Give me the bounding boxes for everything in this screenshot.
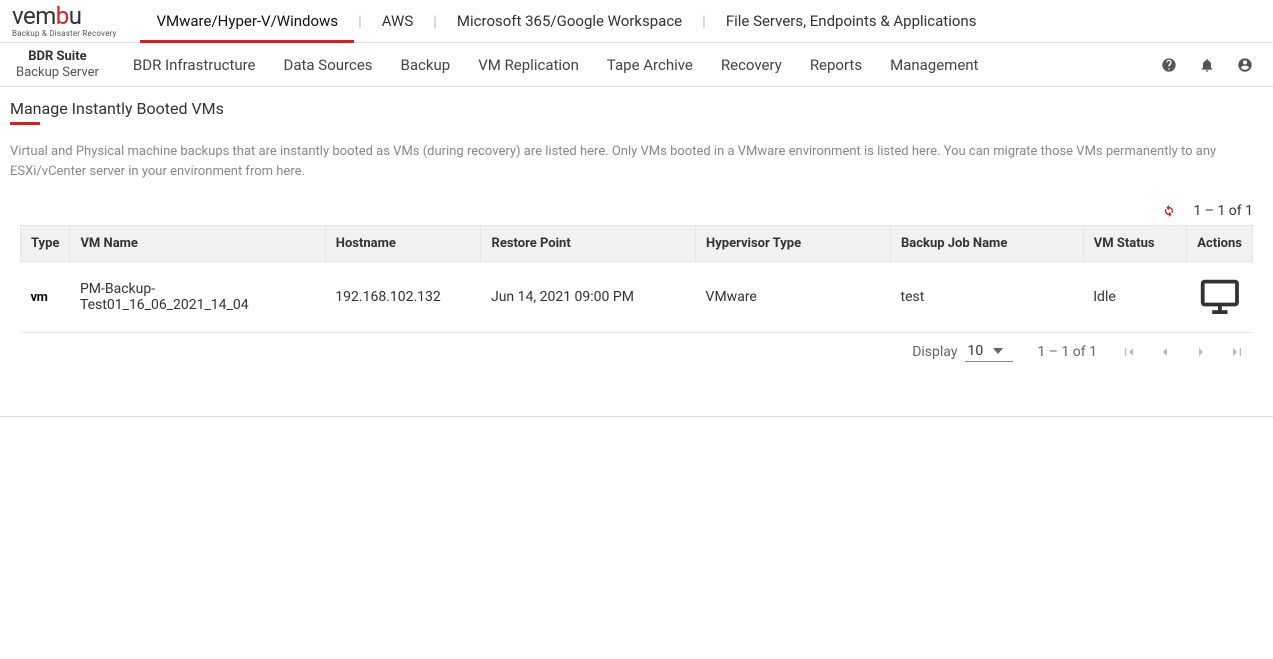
suite-line2: Backup Server bbox=[16, 65, 99, 81]
pager: Display 10 1 – 1 of 1 bbox=[10, 333, 1263, 362]
subtab-recovery[interactable]: Recovery bbox=[707, 43, 796, 86]
cell-job: test bbox=[890, 262, 1083, 333]
col-header-hyper: Hypervisor Type bbox=[696, 226, 891, 262]
brand-tagline: Backup & Disaster Recovery bbox=[12, 29, 116, 38]
display-label: Display bbox=[912, 344, 957, 360]
suite-line1: BDR Suite bbox=[28, 49, 86, 65]
table-row: vm PM-Backup-Test01_16_06_2021_14_04 192… bbox=[21, 262, 1253, 333]
footer-divider bbox=[0, 416, 1273, 417]
subtab-label: VM Replication bbox=[478, 56, 579, 74]
sub-bar: BDR Suite Backup Server BDR Infrastructu… bbox=[0, 43, 1273, 87]
brand-logo: vembu Backup & Disaster Recovery bbox=[12, 4, 116, 38]
subtab-data-sources[interactable]: Data Sources bbox=[270, 43, 387, 86]
brand-name-accent: b bbox=[56, 2, 69, 30]
col-header-status: VM Status bbox=[1083, 226, 1187, 262]
top-tab-aws[interactable]: AWS bbox=[366, 0, 430, 42]
bell-icon[interactable] bbox=[1199, 57, 1215, 73]
cell-restore: Jun 14, 2021 09:00 PM bbox=[481, 262, 696, 333]
subtab-bdr-infrastructure[interactable]: BDR Infrastructure bbox=[119, 43, 270, 86]
top-bar: vembu Backup & Disaster Recovery VMware/… bbox=[0, 0, 1273, 43]
col-header-type: Type bbox=[21, 226, 70, 262]
col-header-actions: Actions bbox=[1187, 226, 1253, 262]
page-title: Manage Instantly Booted VMs bbox=[10, 99, 224, 122]
booted-vms-table: Type VM Name Hostname Restore Point Hype… bbox=[20, 225, 1253, 333]
top-tab-fileservers[interactable]: File Servers, Endpoints & Applications bbox=[710, 0, 993, 42]
top-tab-label: File Servers, Endpoints & Applications bbox=[726, 12, 977, 30]
prev-page-icon[interactable] bbox=[1157, 344, 1173, 360]
cell-vmname: PM-Backup-Test01_16_06_2021_14_04 bbox=[70, 262, 325, 333]
cell-hyper: VMware bbox=[696, 262, 891, 333]
subtab-tape-archive[interactable]: Tape Archive bbox=[593, 43, 707, 86]
top-tab-vmware[interactable]: VMware/Hyper-V/Windows bbox=[140, 0, 354, 42]
suite-label: BDR Suite Backup Server bbox=[12, 49, 111, 80]
top-tab-label: AWS bbox=[382, 12, 414, 30]
subtab-reports[interactable]: Reports bbox=[796, 43, 876, 86]
subtab-vm-replication[interactable]: VM Replication bbox=[464, 43, 593, 86]
subtab-label: BDR Infrastructure bbox=[133, 56, 256, 74]
subtab-label: Reports bbox=[810, 56, 862, 74]
subtab-label: Recovery bbox=[721, 56, 782, 74]
header-actions bbox=[1161, 57, 1261, 73]
tab-separator: | bbox=[429, 12, 441, 30]
page-size-value: 10 bbox=[967, 343, 983, 359]
vm-type-icon: vm bbox=[31, 290, 48, 305]
col-header-hostname: Hostname bbox=[325, 226, 481, 262]
table-toolbar: 1 – 1 of 1 bbox=[10, 203, 1263, 225]
col-header-vmname: VM Name bbox=[70, 226, 325, 262]
tab-separator: | bbox=[698, 12, 710, 30]
sub-tabs: BDR Infrastructure Data Sources Backup V… bbox=[119, 43, 993, 86]
top-tabs: VMware/Hyper-V/Windows | AWS | Microsoft… bbox=[140, 0, 992, 42]
subtab-label: Management bbox=[890, 56, 978, 74]
subtab-label: Tape Archive bbox=[607, 56, 693, 74]
col-header-job: Backup Job Name bbox=[890, 226, 1083, 262]
cell-actions bbox=[1187, 262, 1253, 333]
user-icon[interactable] bbox=[1237, 57, 1253, 73]
top-tab-label: Microsoft 365/Google Workspace bbox=[457, 12, 682, 30]
page-description: Virtual and Physical machine backups tha… bbox=[10, 142, 1250, 181]
subtab-label: Backup bbox=[401, 56, 451, 74]
top-tab-m365[interactable]: Microsoft 365/Google Workspace bbox=[441, 0, 698, 42]
page-size-control: Display 10 bbox=[912, 343, 1013, 362]
chevron-down-icon bbox=[993, 348, 1003, 354]
brand-name-post: u bbox=[69, 2, 82, 30]
first-page-icon[interactable] bbox=[1121, 344, 1137, 360]
page-title-wrap: Manage Instantly Booted VMs bbox=[10, 99, 1263, 130]
table-header-row: Type VM Name Hostname Restore Point Hype… bbox=[21, 226, 1253, 262]
cell-status: Idle bbox=[1083, 262, 1187, 333]
cell-hostname: 192.168.102.132 bbox=[325, 262, 481, 333]
next-page-icon[interactable] bbox=[1193, 344, 1209, 360]
subtab-label: Data Sources bbox=[284, 56, 373, 74]
page-content: Manage Instantly Booted VMs Virtual and … bbox=[0, 87, 1273, 382]
monitor-icon[interactable] bbox=[1197, 274, 1243, 320]
page-size-select[interactable]: 10 bbox=[965, 343, 1013, 362]
col-header-restore: Restore Point bbox=[481, 226, 696, 262]
tab-separator: | bbox=[354, 12, 366, 30]
pager-buttons bbox=[1121, 344, 1245, 360]
result-range-top: 1 – 1 of 1 bbox=[1193, 203, 1253, 219]
top-tab-label: VMware/Hyper-V/Windows bbox=[156, 12, 338, 30]
subtab-backup[interactable]: Backup bbox=[387, 43, 465, 86]
refresh-icon[interactable] bbox=[1161, 203, 1177, 219]
last-page-icon[interactable] bbox=[1229, 344, 1245, 360]
result-range-bottom: 1 – 1 of 1 bbox=[1037, 344, 1097, 360]
help-icon[interactable] bbox=[1161, 57, 1177, 73]
cell-type: vm bbox=[21, 262, 70, 333]
brand-name-pre: vem bbox=[12, 2, 56, 30]
subtab-management[interactable]: Management bbox=[876, 43, 992, 86]
brand-name: vembu bbox=[12, 4, 81, 28]
